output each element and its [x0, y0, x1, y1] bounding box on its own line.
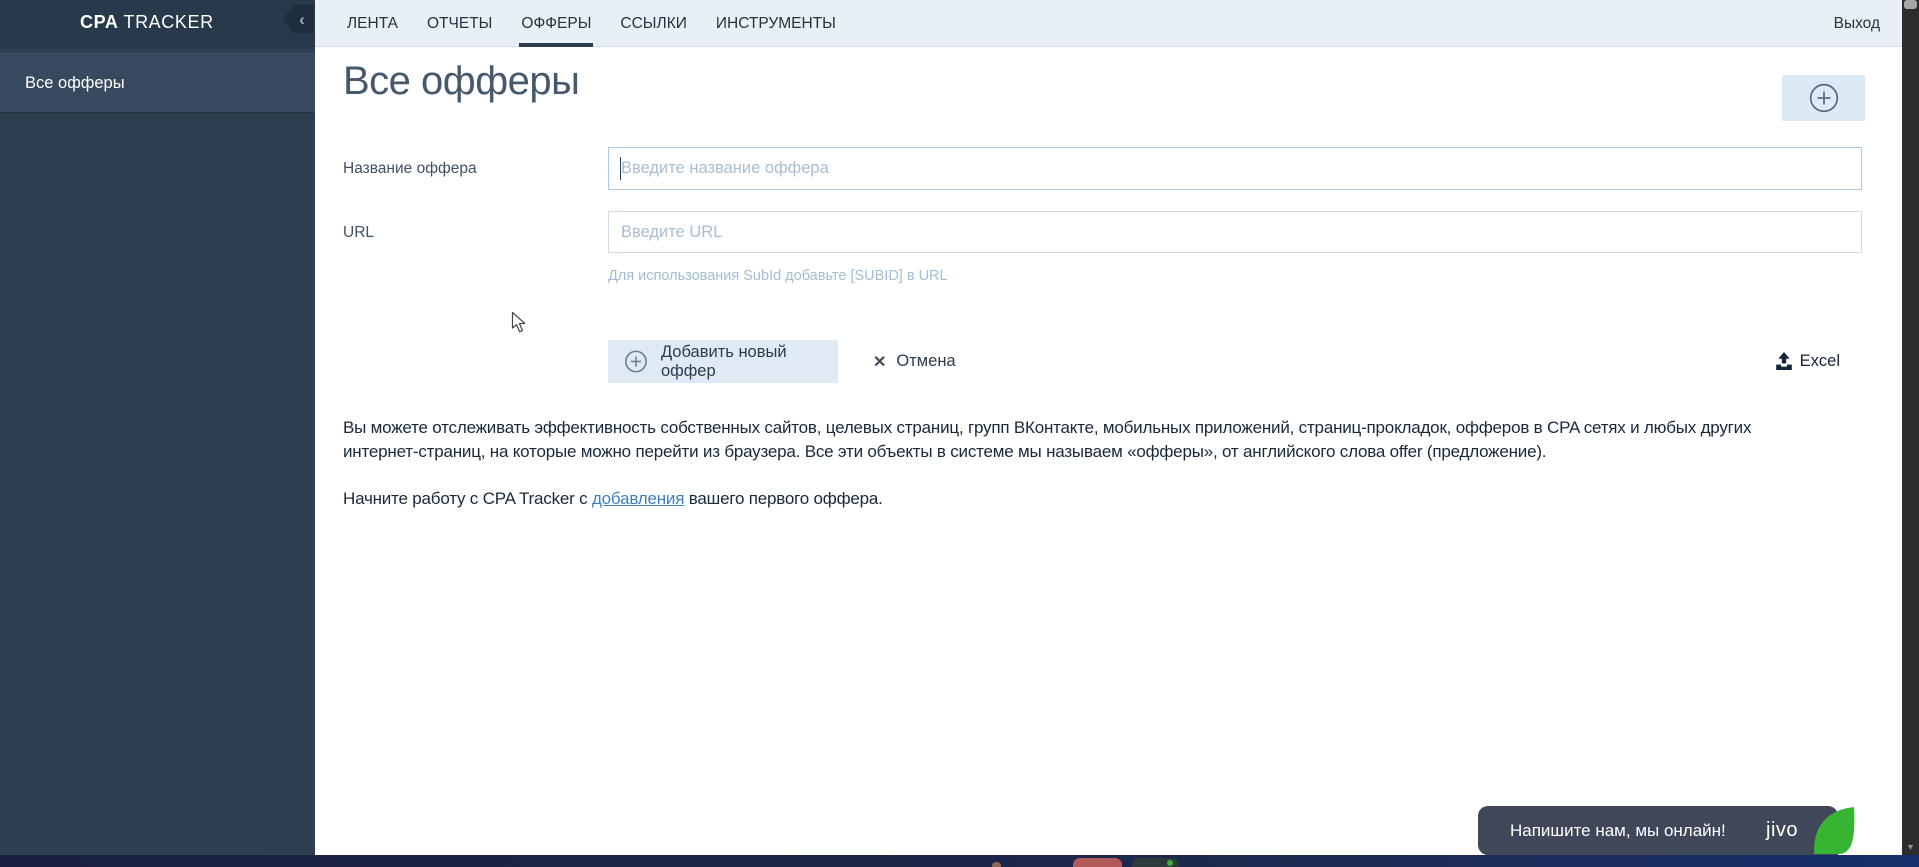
bottom-bar-dark-button [1132, 858, 1179, 867]
subid-hint: Для использования SubId добавьте [SUBID]… [608, 268, 948, 284]
scroll-down-arrow-icon[interactable]: ▼ [1902, 842, 1919, 852]
tab-lenta[interactable]: ЛЕНТА [345, 0, 400, 47]
cancel-button-label: Отмена [896, 352, 956, 370]
excel-button-label: Excel [1799, 352, 1840, 370]
app-logo[interactable]: CPA TRACKER [80, 12, 214, 33]
vertical-scrollbar[interactable]: ▼ [1902, 0, 1919, 867]
close-icon: ✕ [873, 353, 887, 371]
sidebar-item-all-offers[interactable]: Все офферы [0, 53, 315, 113]
excel-export-button[interactable]: Excel [1775, 340, 1840, 383]
leaf-icon [1813, 807, 1855, 854]
offer-name-input[interactable] [608, 147, 1862, 190]
circled-plus-icon [625, 350, 647, 373]
page-title: Все офферы [343, 59, 580, 103]
sidebar: CPA TRACKER ‹ Все офферы [0, 0, 315, 855]
tab-instrumenty[interactable]: ИНСТРУМЕНТЫ [714, 0, 838, 47]
circled-plus-icon [1809, 83, 1838, 113]
top-navigation: ЛЕНТА ОТЧЕТЫ ОФФЕРЫ ССЫЛКИ ИНСТРУМЕНТЫ В… [315, 0, 1902, 47]
add-first-offer-link[interactable]: добавления [592, 489, 684, 508]
chat-message: Напишите нам, мы онлайн! [1510, 820, 1726, 840]
main-content: Все офферы Название оффера URL Для испол… [315, 47, 1902, 855]
app-window: CPA TRACKER ‹ Все офферы ЛЕНТА ОТЧЕТЫ ОФФ… [0, 0, 1919, 867]
intro-paragraph: Вы можете отслеживать эффективность собс… [343, 418, 1752, 461]
logout-link[interactable]: Выход [1834, 0, 1880, 47]
add-offer-button[interactable] [1782, 75, 1865, 121]
submit-new-offer-button[interactable]: Добавить новый оффер [608, 340, 838, 383]
url-label: URL [343, 224, 375, 241]
start-text-after: вашего первого оффера. [684, 489, 883, 508]
mouse-cursor [511, 311, 528, 339]
jivo-logo: jivo [1766, 819, 1799, 841]
chevron-left-icon: ‹ [299, 9, 305, 29]
cancel-button[interactable]: ✕ Отмена [873, 340, 956, 383]
start-text-before: Начните работу с CPA Tracker с [343, 489, 592, 508]
bottom-bar-red-button [1073, 858, 1122, 867]
tab-ssylki[interactable]: ССЫЛКИ [618, 0, 688, 47]
text-caret [620, 157, 621, 180]
logo-bold-text: CPA [80, 12, 119, 32]
upload-icon [1775, 352, 1792, 370]
tab-offery[interactable]: ОФФЕРЫ [519, 0, 593, 47]
offer-name-label: Название оффера [343, 160, 477, 177]
nav-tabs: ЛЕНТА ОТЧЕТЫ ОФФЕРЫ ССЫЛКИ ИНСТРУМЕНТЫ [345, 0, 838, 47]
scrollbar-thumb[interactable] [1904, 0, 1917, 9]
sidebar-header: CPA TRACKER ‹ [0, 0, 315, 47]
logo-rest-text: TRACKER [123, 12, 214, 32]
submit-button-label: Добавить новый оффер [660, 342, 787, 380]
tab-otchety[interactable]: ОТЧЕТЫ [425, 0, 494, 47]
sidebar-item-label: Все офферы [25, 73, 125, 92]
sidebar-collapse-button[interactable]: ‹ [283, 5, 314, 33]
bottom-bar [0, 855, 1919, 867]
url-input[interactable] [608, 211, 1862, 253]
bottom-bar-dot [992, 862, 1001, 867]
getting-started-text: Начните работу с CPA Tracker с добавлени… [343, 489, 883, 509]
chat-widget[interactable]: Напишите нам, мы онлайн! jivo [1478, 806, 1856, 855]
